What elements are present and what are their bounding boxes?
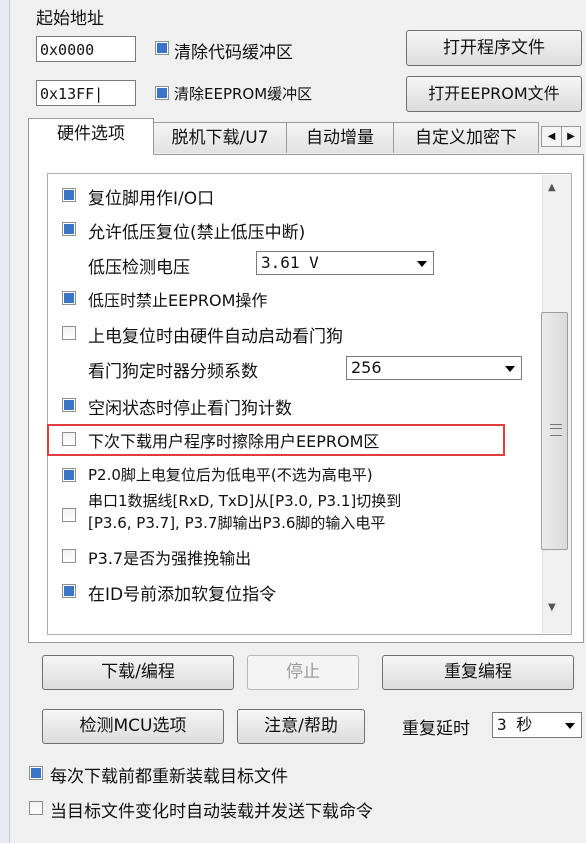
option-low-voltage-eeprom-label: 低压时禁止EEPROM操作	[88, 291, 268, 310]
option-uart-switch-label-line1: 串口1数据线[RxD, TxD]从[P3.0, P3.1]切换到	[88, 492, 402, 510]
repeat-delay-label: 重复延时	[402, 719, 470, 739]
option-hw-watchdog-checkbox[interactable]	[62, 326, 76, 340]
repeat-delay-select[interactable]: 3 秒	[492, 712, 582, 738]
clear-code-label: 清除代码缓冲区	[174, 43, 293, 63]
auto-load-checkbox[interactable]	[29, 801, 43, 815]
option-idle-stop-watchdog-label: 空闲状态时停止看门狗计数	[88, 399, 292, 419]
option-soft-reset-label: 在ID号前添加软复位指令	[88, 585, 277, 605]
watchdog-prescaler-select[interactable]: 256	[346, 356, 522, 380]
option-low-voltage-reset-label: 允许低压复位(禁止低压中断)	[88, 223, 306, 243]
download-program-button[interactable]: 下载/编程	[42, 655, 234, 690]
watchdog-prescaler-value: 256	[351, 358, 382, 377]
option-reset-pin-io-label: 复位脚用作I/O口	[88, 189, 215, 209]
low-voltage-select[interactable]: 3.61 V	[256, 251, 434, 275]
start-address-title: 起始地址	[36, 9, 104, 29]
chevron-down-icon	[505, 366, 515, 372]
reload-before-download-checkbox[interactable]: ✓	[29, 764, 43, 780]
scroll-up-icon[interactable]: ▲	[548, 182, 556, 193]
left-window-edge	[0, 0, 10, 843]
tab-scroll-buttons: ◀ ▶	[541, 126, 581, 147]
auto-load-label: 当目标文件变化时自动装载并发送下载命令	[50, 802, 373, 822]
clear-eeprom-label: 清除EEPROM缓冲区	[174, 85, 313, 103]
option-soft-reset-checkbox[interactable]: ✓	[62, 582, 76, 598]
option-uart-switch-label-line2: [P3.6, P3.7], P3.7脚输出P3.6脚的输入电平	[88, 514, 386, 532]
option-reset-pin-io-checkbox[interactable]: ✓	[62, 186, 76, 202]
open-program-file-button[interactable]: 打开程序文件	[406, 30, 582, 66]
option-low-voltage-eeprom-checkbox[interactable]: ✓	[62, 289, 76, 305]
option-erase-eeprom-checkbox[interactable]	[62, 432, 76, 446]
check-mcu-options-button[interactable]: 检测MCU选项	[42, 709, 224, 744]
tab-custom-encryption[interactable]: 自定义加密下	[393, 122, 539, 153]
stop-button[interactable]: 停止	[247, 655, 359, 690]
clear-eeprom-checkbox[interactable]: ✓	[155, 84, 169, 100]
clear-code-checkbox[interactable]: ✓	[155, 39, 169, 55]
grip-icon	[550, 424, 562, 436]
tab-offline-download[interactable]: 脱机下载/U7	[153, 122, 287, 153]
tab-auto-increment[interactable]: 自动增量	[286, 122, 394, 153]
reload-before-download-label: 每次下载前都重新装载目标文件	[50, 767, 288, 787]
repeat-program-button[interactable]: 重复编程	[382, 655, 574, 690]
chevron-down-icon	[565, 723, 575, 729]
tab-scroll-left-icon[interactable]: ◀	[542, 127, 562, 146]
tab-hardware-options[interactable]: 硬件选项	[28, 118, 154, 155]
low-voltage-detect-label: 低压检测电压	[88, 258, 190, 278]
option-erase-eeprom-label: 下次下载用户程序时擦除用户EEPROM区	[88, 432, 380, 451]
chevron-down-icon	[417, 261, 427, 267]
start-address-input[interactable]: 0x0000	[36, 36, 136, 62]
watchdog-prescaler-label: 看门狗定时器分频系数	[88, 362, 258, 382]
option-p20-low-checkbox[interactable]: ✓	[62, 466, 76, 482]
option-uart-switch-checkbox[interactable]	[62, 508, 76, 522]
option-hw-watchdog-label: 上电复位时由硬件自动启动看门狗	[88, 327, 343, 347]
end-address-input[interactable]: 0x13FF|	[36, 80, 136, 106]
help-button[interactable]: 注意/帮助	[237, 709, 365, 744]
low-voltage-value: 3.61 V	[261, 253, 319, 272]
option-p37-pushpull-label: P3.7是否为强推挽输出	[88, 549, 252, 568]
option-p37-pushpull-checkbox[interactable]	[62, 549, 76, 563]
scroll-down-icon[interactable]: ▼	[548, 602, 556, 613]
option-p20-low-label: P2.0脚上电复位后为低电平(不选为高电平)	[88, 466, 373, 484]
tab-scroll-right-icon[interactable]: ▶	[562, 127, 580, 146]
repeat-delay-value: 3 秒	[497, 715, 533, 734]
option-idle-stop-watchdog-checkbox[interactable]: ✓	[62, 396, 76, 412]
open-eeprom-file-button[interactable]: 打开EEPROM文件	[406, 76, 582, 112]
option-low-voltage-reset-checkbox[interactable]: ✓	[62, 220, 76, 236]
